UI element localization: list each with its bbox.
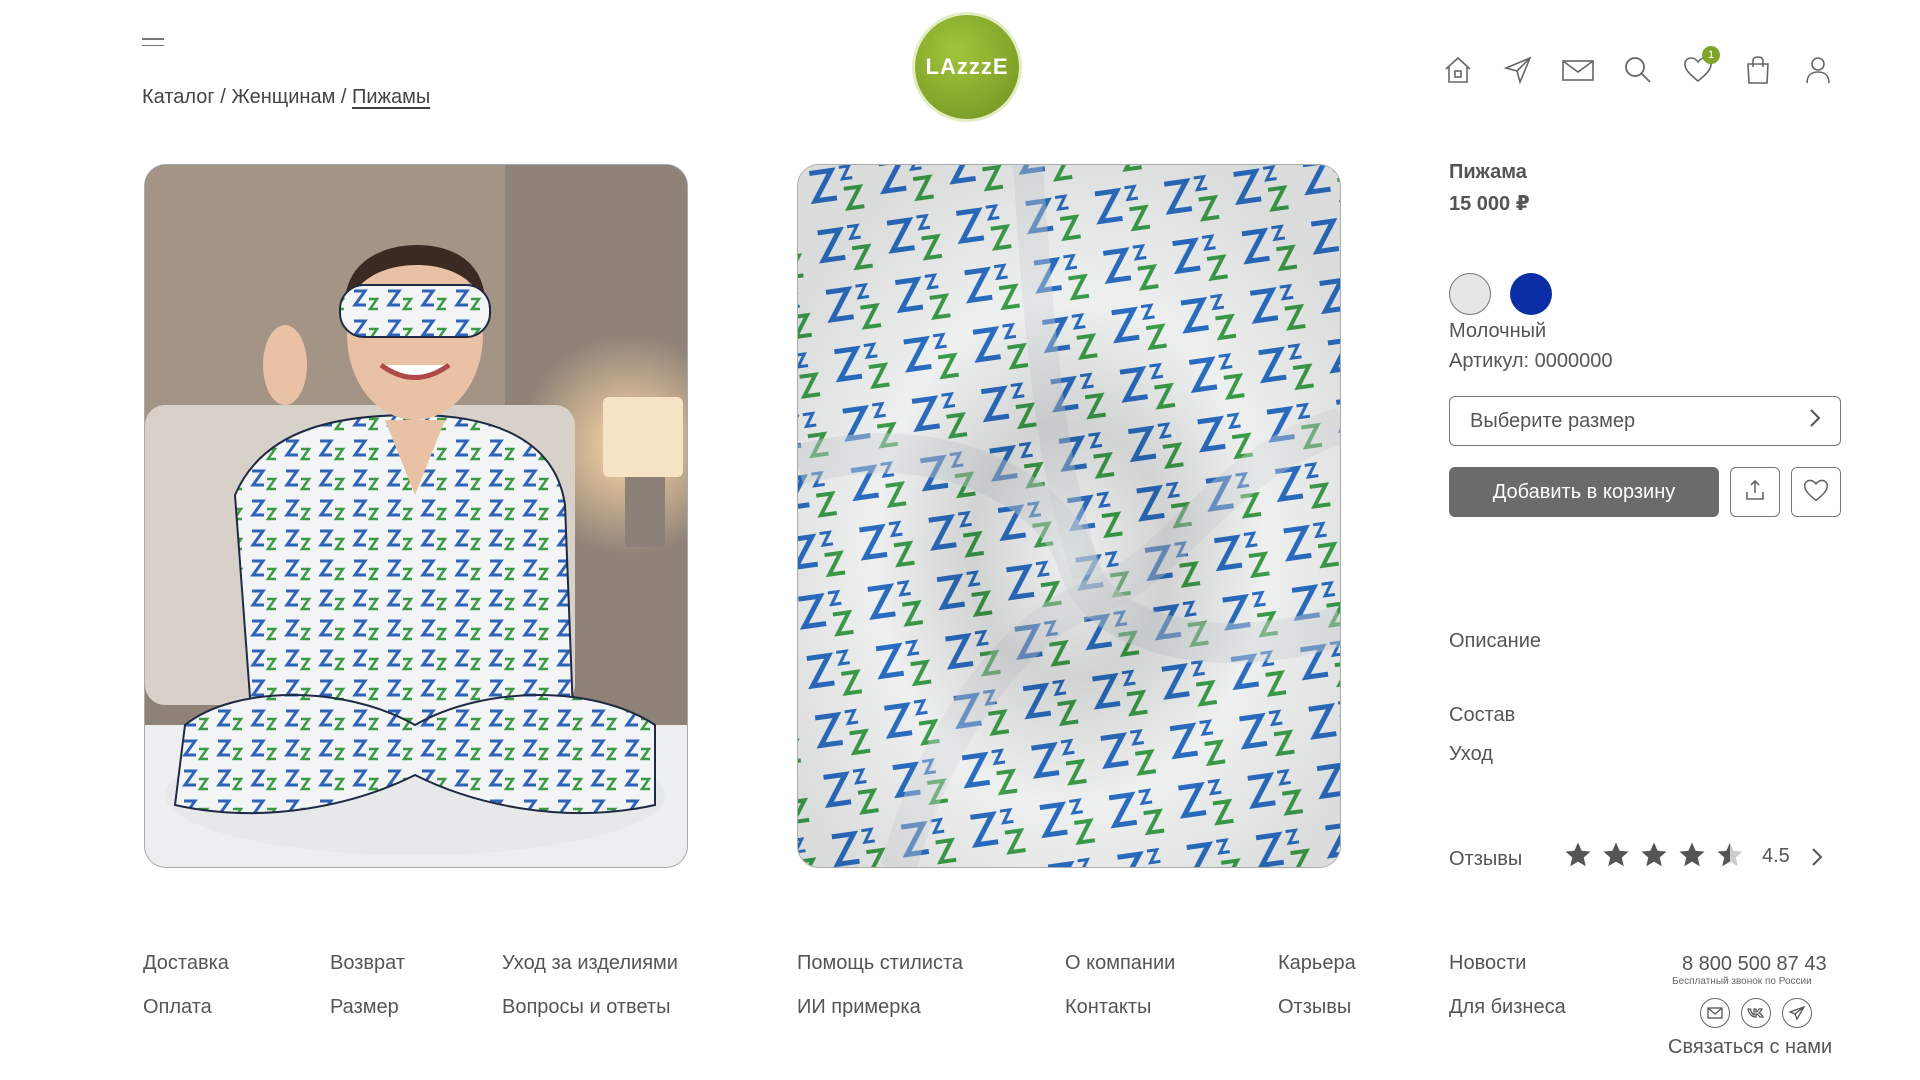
footer-link-ai-fitting[interactable]: ИИ примерка [797,996,921,1019]
reviews-chevron-icon[interactable] [1810,846,1824,873]
rating-value: 4.5 [1762,845,1790,867]
footer-link-care[interactable]: Уход за изделиями [502,952,678,975]
product-photo-model[interactable] [144,164,688,868]
product-photo-fabric[interactable] [797,164,1341,868]
section-composition[interactable]: Состав [1449,704,1515,727]
footer-link-contacts[interactable]: Контакты [1065,996,1151,1019]
chevron-right-icon [1808,407,1822,435]
footer-link-delivery[interactable]: Доставка [143,952,229,975]
reviews-link[interactable]: Отзывы [1449,848,1522,871]
breadcrumb-catalog[interactable]: Каталог [142,86,215,108]
breadcrumb: Каталог / Женщинам / Пижамы [142,86,430,109]
size-select-label: Выберите размер [1470,409,1636,432]
vk-icon[interactable] [1741,998,1771,1028]
product-price: 15 000 ₽ [1449,193,1530,215]
top-icons: 1 [1440,46,1836,88]
share-button[interactable] [1730,467,1780,517]
favorites-badge: 1 [1702,46,1720,64]
mail-icon[interactable] [1560,52,1596,88]
footer-link-career[interactable]: Карьера [1278,952,1356,975]
footer-link-about[interactable]: О компании [1065,952,1175,975]
telegram-icon[interactable] [1782,998,1812,1028]
logo-text: LAzzzE [925,54,1009,79]
phone-note: Бесплатный звонок по России [1672,976,1812,987]
footer-link-reviews[interactable]: Отзывы [1278,996,1351,1019]
star-icon [1603,842,1629,867]
size-select[interactable]: Выберите размер [1449,396,1841,446]
email-social-icon[interactable] [1700,998,1730,1028]
footer-link-returns[interactable]: Возврат [330,952,405,975]
star-icon [1679,842,1705,867]
product-sku: Артикул: 0000000 [1449,350,1613,372]
selected-color-name: Молочный [1449,320,1547,342]
footer-link-news[interactable]: Новости [1449,952,1526,975]
cart-icon[interactable] [1740,52,1776,88]
breadcrumb-separator: / [220,86,226,108]
breadcrumb-pajamas[interactable]: Пижамы [352,86,430,108]
add-to-cart-button[interactable]: Добавить в корзину [1449,467,1719,517]
rating-stars [1563,840,1745,870]
send-icon[interactable] [1500,52,1536,88]
footer-link-business[interactable]: Для бизнеса [1449,996,1566,1019]
menu-icon[interactable] [142,38,164,50]
section-description[interactable]: Описание [1449,630,1541,653]
color-swatch-milk[interactable] [1449,273,1491,315]
logo[interactable]: LAzzzE [915,15,1019,119]
search-icon[interactable] [1620,52,1656,88]
footer-link-stylist[interactable]: Помощь стилиста [797,952,963,975]
home-icon[interactable] [1440,52,1476,88]
social-links [1700,998,1812,1028]
phone-number[interactable]: 8 800 500 87 43 [1682,953,1827,976]
section-care[interactable]: Уход [1449,743,1493,766]
user-icon[interactable] [1800,52,1836,88]
footer-link-size[interactable]: Размер [330,996,399,1019]
heart-icon [1802,477,1830,508]
contact-us-link[interactable]: Связаться с нами [1668,1036,1832,1059]
share-icon [1743,478,1767,507]
color-swatch-blue[interactable] [1510,273,1552,315]
footer-link-faq[interactable]: Вопросы и ответы [502,996,670,1019]
breadcrumb-separator: / [340,86,347,108]
star-icon [1565,842,1591,867]
favorites-icon[interactable]: 1 [1680,46,1720,88]
add-to-favorites-button[interactable] [1791,467,1841,517]
footer-link-payment[interactable]: Оплата [143,996,212,1019]
half-star-icon [1717,842,1743,867]
product-title: Пижама [1449,161,1527,183]
star-icon [1641,842,1667,867]
breadcrumb-women[interactable]: Женщинам [231,86,335,108]
